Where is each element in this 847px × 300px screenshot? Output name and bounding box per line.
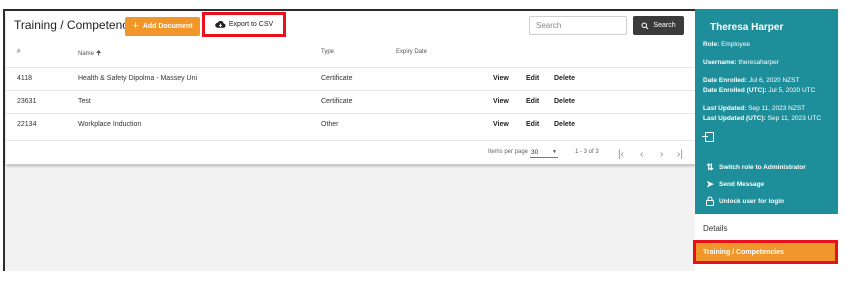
export-csv-button[interactable]: Export to CSV xyxy=(202,12,286,37)
row-type: Certificate xyxy=(321,75,353,82)
profile-last-updated: Last Updated: Sep 11, 2023 NZST xyxy=(703,105,805,112)
view-button[interactable]: View xyxy=(493,98,509,105)
column-header-name[interactable]: Name 🠉 xyxy=(78,49,101,60)
unlock-user-button[interactable]: Unlock user for login xyxy=(705,196,784,206)
profile-last-updated-utc-label: Last Updated (UTC): xyxy=(703,115,766,122)
delete-button[interactable]: Delete xyxy=(554,98,575,105)
column-header-type: Type xyxy=(321,49,335,55)
send-message-button[interactable]: ➤ Send Message xyxy=(705,179,764,190)
first-page-icon[interactable]: |‹ xyxy=(618,149,624,160)
sort-arrow-up-icon: 🠉 xyxy=(95,50,102,57)
row-type: Other xyxy=(321,121,339,128)
delete-button[interactable]: Delete xyxy=(554,75,575,82)
table-row: 23631 Test Certificate View Edit Delete xyxy=(6,90,696,113)
profile-last-updated-label: Last Updated: xyxy=(703,105,747,112)
profile-last-updated-value: Sep 11, 2023 NZST xyxy=(748,105,806,112)
row-type: Certificate xyxy=(321,98,353,105)
pagination-bar: Items per page 30 ▼ 1 - 3 of 3 |‹ ‹ › ›| xyxy=(6,140,696,160)
profile-date-enrolled: Date Enrolled: Jul 6, 2020 NZST xyxy=(703,77,799,84)
side-nav-details[interactable]: Details xyxy=(703,224,727,233)
unlock-user-label: Unlock user for login xyxy=(719,197,785,205)
export-csv-label: Export to CSV xyxy=(228,21,274,28)
training-card: Training / Competencies + Add Document E… xyxy=(6,12,696,164)
profile-panel: Theresa Harper Role: Employee Username: … xyxy=(695,9,838,214)
items-per-page-value: 30 xyxy=(531,149,539,156)
delete-button[interactable]: Delete xyxy=(554,121,575,128)
column-header-name-label: Name xyxy=(78,51,95,57)
search-button[interactable]: Search xyxy=(633,16,684,35)
row-name: Workplace Induction xyxy=(78,121,142,128)
profile-last-updated-utc-value: Sep 11, 2023 UTC xyxy=(767,115,822,122)
profile-date-enrolled-utc-label: Date Enrolled (UTC): xyxy=(703,87,767,94)
plus-icon: + xyxy=(132,20,139,32)
send-icon: ➤ xyxy=(706,179,714,189)
view-button[interactable]: View xyxy=(493,121,509,128)
login-as-icon[interactable] xyxy=(702,132,714,142)
side-nav-training-competencies[interactable]: Training / Competencies xyxy=(693,240,838,264)
edit-button[interactable]: Edit xyxy=(526,121,539,128)
row-name: Health & Safety Dipolma - Massey Uni xyxy=(78,75,198,82)
row-id: 23631 xyxy=(17,98,37,105)
previous-page-icon[interactable]: ‹ xyxy=(640,149,643,160)
column-header-expiry: Expiry Date xyxy=(396,49,428,55)
row-id: 4118 xyxy=(17,75,33,82)
cloud-download-icon xyxy=(215,20,226,28)
add-document-button[interactable]: + Add Document xyxy=(125,17,200,36)
profile-date-enrolled-utc: Date Enrolled (UTC): Jul 5, 2020 UTC xyxy=(703,87,815,94)
profile-role-value: Employee xyxy=(721,41,750,48)
pagination-range: 1 - 3 of 3 xyxy=(575,149,599,155)
profile-date-enrolled-label: Date Enrolled: xyxy=(703,77,748,84)
search-input[interactable] xyxy=(529,16,627,35)
search-button-label: Search xyxy=(653,22,676,29)
window-top-border xyxy=(3,9,698,11)
row-name: Test xyxy=(78,98,91,105)
profile-role-label: Role: xyxy=(703,41,720,48)
window-left-border xyxy=(3,9,5,271)
swap-vertical-icon: ⇅ xyxy=(706,162,714,172)
profile-username-label: Username: xyxy=(703,59,737,66)
search-icon xyxy=(641,22,649,29)
content-background xyxy=(5,165,695,271)
table-row: 22134 Workplace Induction Other View Edi… xyxy=(6,113,696,136)
profile-date-enrolled-value: Jul 6, 2020 NZST xyxy=(748,77,800,84)
items-per-page-label: Items per page xyxy=(488,149,529,155)
items-per-page-select[interactable]: 30 ▼ xyxy=(530,147,558,158)
edit-button[interactable]: Edit xyxy=(526,98,539,105)
view-button[interactable]: View xyxy=(493,75,509,82)
table-row: 4118 Health & Safety Dipolma - Massey Un… xyxy=(6,67,696,90)
last-page-icon[interactable]: ›| xyxy=(677,149,683,160)
profile-role: Role: Employee xyxy=(703,41,750,48)
chevron-down-icon: ▼ xyxy=(552,149,557,155)
edit-button[interactable]: Edit xyxy=(526,75,539,82)
lock-icon xyxy=(706,196,714,206)
switch-role-label: Switch role to Administrator xyxy=(719,164,806,171)
row-id: 22134 xyxy=(17,121,37,128)
add-document-label: Add Document xyxy=(142,23,193,30)
profile-username: Username: theresaharper xyxy=(703,59,779,66)
profile-username-value: theresaharper xyxy=(738,59,779,66)
column-header-id: # xyxy=(17,49,21,55)
next-page-icon[interactable]: › xyxy=(660,149,663,160)
app-frame: Training / Competencies + Add Document E… xyxy=(0,0,847,300)
profile-date-enrolled-utc-value: Jul 5, 2020 UTC xyxy=(768,87,816,94)
send-message-label: Send Message xyxy=(719,181,765,188)
profile-name: Theresa Harper xyxy=(710,22,784,33)
switch-role-button[interactable]: ⇅ Switch role to Administrator xyxy=(705,162,806,173)
profile-last-updated-utc: Last Updated (UTC): Sep 11, 2023 UTC xyxy=(703,115,821,122)
